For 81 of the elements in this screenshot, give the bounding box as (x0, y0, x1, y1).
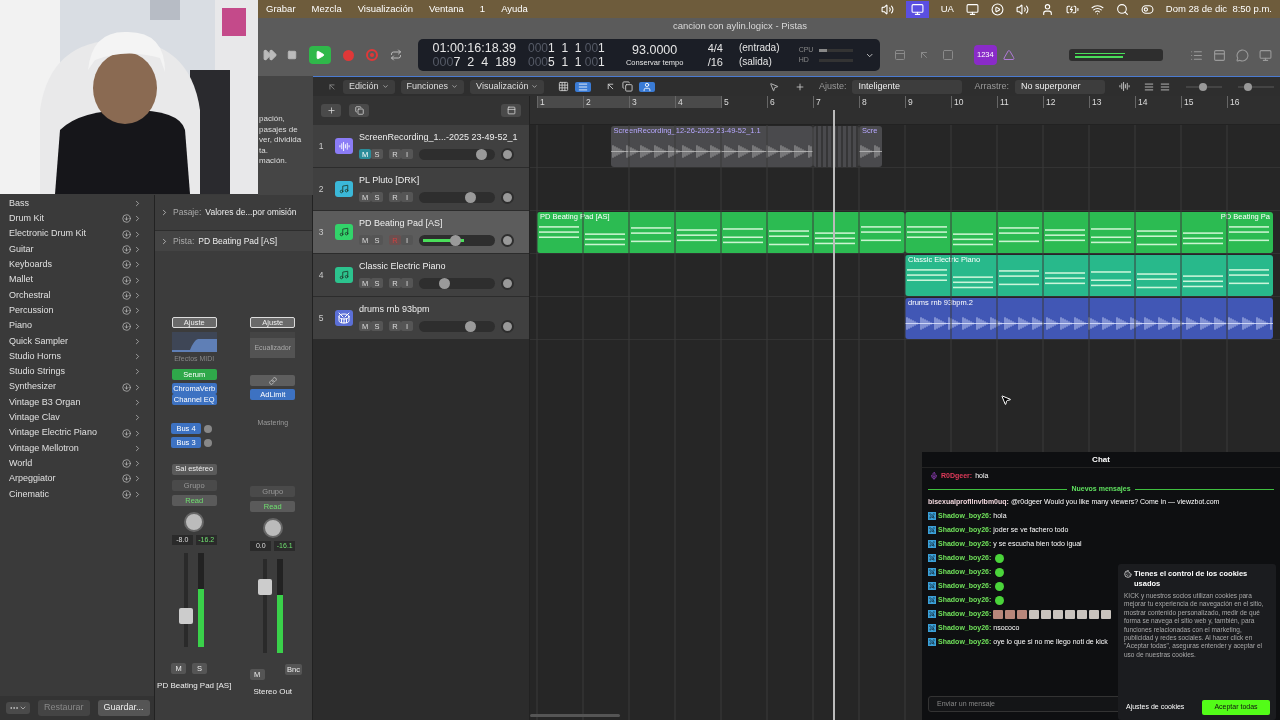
track-name[interactable]: Classic Electric Piano (359, 260, 514, 274)
bar-number: 8 (859, 96, 867, 108)
library-item[interactable]: Mallet (0, 272, 154, 288)
channel-name: PD Beating Pad [AS] (157, 680, 232, 692)
region-label: Pasaje: (173, 206, 202, 219)
library-item[interactable]: Guitar (0, 241, 154, 258)
drag-label: Arrastre: (974, 79, 1009, 93)
channel-name: Stereo Out (253, 686, 293, 698)
library-item[interactable]: Vintage B3 Organ (0, 394, 154, 411)
keyboard-layout[interactable]: UA (940, 1, 954, 17)
menu-button[interactable]: Visualización (470, 79, 545, 94)
help-text: ver, dividida (259, 135, 303, 146)
menu-item[interactable]: Grabar (258, 1, 304, 17)
clock[interactable]: Dom 28 de dic 8:50 p.m. (1165, 1, 1272, 17)
bar-number: 15 (1181, 96, 1194, 108)
right-locator[interactable]: 0005 1 1 001 (528, 55, 612, 69)
library-item[interactable]: Cinematic (0, 486, 154, 502)
track-name[interactable]: drums rnb 93bpm (359, 303, 514, 317)
chat-title: Chat (922, 452, 1280, 468)
library-item[interactable]: Keyboards (0, 257, 154, 273)
library-item[interactable]: World (0, 456, 154, 472)
menu-button[interactable]: Funciones (400, 79, 465, 94)
menu-item[interactable]: Ayuda (493, 1, 536, 17)
track-number: 4 (317, 268, 325, 282)
menu-item[interactable]: 1 (471, 1, 494, 17)
division[interactable]: /16 (707, 55, 723, 69)
tempo-value[interactable]: 93.0000 (632, 42, 678, 58)
ruler[interactable]: 1 2 3 4 5 6 7 8 9 10 11 12 13 14 15 16 (530, 96, 1280, 125)
smpte-time: 01:00:16:18.39 (432, 41, 516, 55)
input-label[interactable]: (entrada) (738, 41, 787, 55)
time-signature[interactable]: 4/4 (707, 41, 723, 55)
bar-number: 16 (1227, 96, 1240, 108)
track-number: 1 (317, 139, 325, 153)
track-number: 3 (317, 225, 325, 239)
bar-number: 9 (905, 96, 913, 108)
bar-number: 10 (951, 96, 964, 108)
help-text: ta. (259, 145, 269, 156)
bar-position: 0007 2 4 189 (432, 55, 516, 69)
library-item[interactable]: Vintage Electric Piano (0, 425, 154, 441)
library-item[interactable]: Electronic Drum Kit (0, 226, 154, 242)
library-item[interactable]: Arpeggiator (0, 471, 154, 487)
library-item[interactable]: Studio Strings (0, 364, 154, 380)
bar-number: 7 (813, 96, 821, 108)
drag-select[interactable]: No superponer (1015, 79, 1105, 94)
track-name[interactable]: PD Beating Pad [AS] (359, 217, 514, 231)
track-label: Pista: (173, 234, 195, 248)
snap-select[interactable]: Inteligente (852, 79, 963, 94)
track-name[interactable]: PL Pluto [DRK] (359, 174, 514, 188)
bar-number: 13 (1089, 96, 1102, 108)
help-text: pación, (259, 114, 286, 125)
library-item[interactable]: Piano (0, 318, 154, 334)
output-label[interactable]: (salida) (738, 55, 787, 69)
library-item[interactable]: Synthesizer (0, 379, 154, 395)
library-item[interactable]: Percussion (0, 303, 154, 319)
menu-item[interactable]: Mezcla (303, 1, 350, 17)
library-item[interactable]: Orchestral (0, 287, 154, 304)
track-name[interactable]: ScreenRecording_1...-2025 23-49-52_1 (359, 131, 518, 145)
track-number: 5 (317, 311, 325, 325)
snap-label: Ajuste: (818, 79, 847, 93)
menu-item[interactable]: Ventana (420, 1, 472, 17)
save-button[interactable]: Guardar... (97, 700, 150, 716)
menu-item[interactable]: Visualización (349, 1, 421, 17)
track-value[interactable]: PD Beating Pad [AS] (198, 234, 278, 248)
help-text: pasajes de (259, 124, 299, 135)
bar-number: 14 (1135, 96, 1148, 108)
bar-number: 11 (997, 96, 1009, 108)
library-item[interactable]: Vintage Clav (0, 410, 154, 426)
track-number: 2 (317, 182, 325, 196)
library-item[interactable]: Vintage Mellotron (0, 440, 154, 457)
menu-button[interactable]: Edición (343, 79, 395, 94)
library-item[interactable]: Quick Sampler (0, 333, 154, 349)
library-item[interactable]: Drum Kit (0, 211, 154, 227)
library-item[interactable]: Studio Horns (0, 348, 154, 365)
library-item[interactable]: Bass (0, 196, 154, 212)
help-text: mación. (259, 156, 288, 167)
region-value[interactable]: Valores de...por omisión (205, 206, 297, 219)
bar-number: 6 (767, 96, 775, 108)
window-title: cancion con aylin.logicx - Pistas (672, 18, 808, 33)
left-locator[interactable]: 0001 1 1 001 (528, 41, 612, 55)
bar-number: 5 (721, 96, 729, 108)
bar-number: 12 (1043, 96, 1056, 108)
